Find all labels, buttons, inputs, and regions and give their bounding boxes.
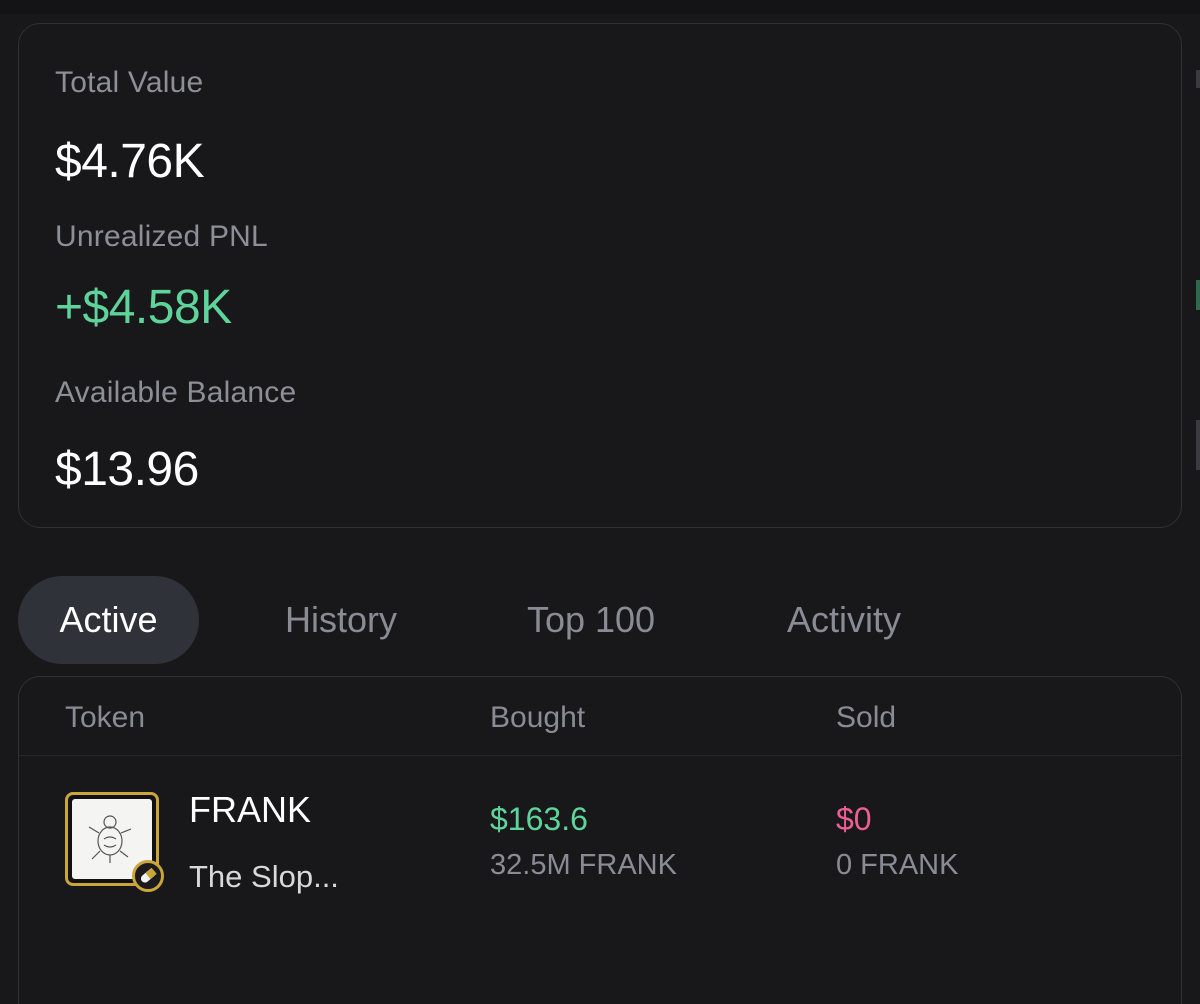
bought-value: $163.6 bbox=[490, 801, 588, 837]
portfolio-summary-card: Total Value $4.76K Unrealized PNL +$4.58… bbox=[18, 23, 1182, 528]
token-symbol[interactable]: FRANK bbox=[189, 789, 311, 831]
unrealized-pnl-value: +$4.58K bbox=[55, 281, 232, 334]
tab-active[interactable]: Active bbox=[18, 576, 199, 664]
token-name: The Slop... bbox=[189, 859, 339, 894]
bought-amount: 32.5M FRANK bbox=[490, 849, 677, 881]
column-header-bought[interactable]: Bought bbox=[490, 701, 585, 735]
available-balance-label: Available Balance bbox=[55, 376, 297, 409]
tab-history[interactable]: History bbox=[254, 576, 428, 664]
column-header-sold[interactable]: Sold bbox=[836, 701, 896, 735]
available-balance-value: $13.96 bbox=[55, 443, 199, 496]
header-divider bbox=[19, 755, 1183, 756]
tab-activity[interactable]: Activity bbox=[760, 576, 928, 664]
right-edge-fragment bbox=[1196, 70, 1200, 88]
positions-tabs: Active History Top 100 Activity bbox=[18, 576, 1018, 664]
total-value: $4.76K bbox=[55, 135, 205, 188]
portfolio-page: Total Value $4.76K Unrealized PNL +$4.58… bbox=[0, 0, 1200, 1004]
right-edge-fragment bbox=[1196, 420, 1200, 470]
total-value-label: Total Value bbox=[55, 66, 204, 99]
positions-table: Token Bought Sold FRANK The Slop... $163… bbox=[18, 676, 1183, 1004]
right-edge-fragment bbox=[1196, 280, 1200, 310]
tab-top-100[interactable]: Top 100 bbox=[506, 576, 676, 664]
unrealized-pnl-label: Unrealized PNL bbox=[55, 220, 268, 253]
top-edge bbox=[0, 0, 1200, 14]
sold-value: $0 bbox=[836, 801, 872, 837]
column-header-token[interactable]: Token bbox=[65, 701, 145, 735]
pill-badge-icon bbox=[132, 860, 164, 892]
sold-amount: 0 FRANK bbox=[836, 849, 959, 881]
